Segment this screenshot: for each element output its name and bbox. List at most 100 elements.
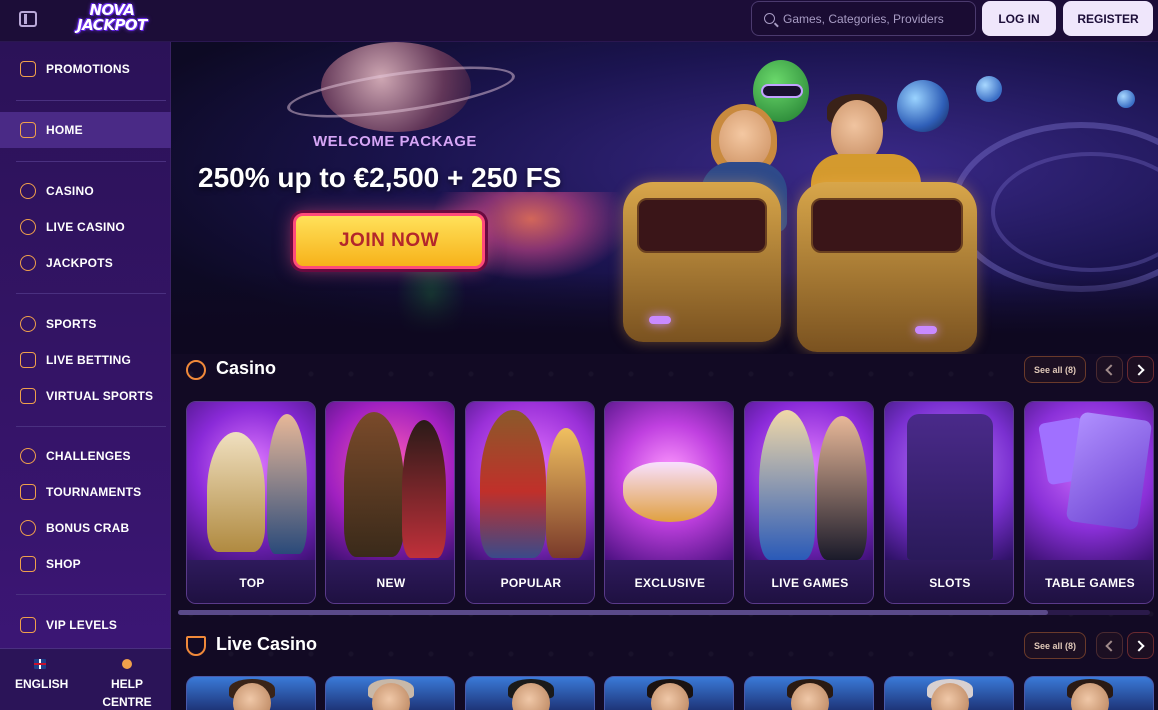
sidebar-item-promotions[interactable]: PROMOTIONS [0,51,171,87]
logo[interactable]: NOVA JACKPOT [62,0,162,36]
kart-screen [811,198,963,253]
carousel-next-button[interactable] [1127,632,1154,659]
login-button[interactable]: LOG IN [982,1,1056,36]
see-all-button[interactable]: See all (8) [1024,632,1086,659]
live-game-card[interactable] [744,676,874,710]
sidebar-item-jackpots[interactable]: JACKPOTS [0,245,171,281]
sidebar-toggle-icon[interactable] [19,11,37,27]
language-selector[interactable]: ENGLISH [15,659,69,693]
category-card-popular[interactable]: POPULAR [465,401,595,604]
dealer-man-figure [817,416,867,560]
carousel-prev-button[interactable] [1096,632,1123,659]
spade-icon [20,219,36,235]
sidebar-item-casino[interactable]: CASINO [0,173,171,209]
sidebar-item-live-betting[interactable]: LIVE BETTING [0,342,171,378]
card-art-image [885,402,1013,560]
main-content: WELCOME PACKAGE 250% up to €2,500 + 250 … [171,42,1158,710]
top-header: NOVA JACKPOT LOG IN REGISTER [0,0,1158,42]
sidebar-divider [16,293,166,294]
uk-flag-icon [34,659,46,669]
see-all-button[interactable]: See all (8) [1024,356,1086,383]
sidebar-item-home[interactable]: HOME [0,112,171,148]
category-card-top[interactable]: TOP [186,401,316,604]
hero-banner: WELCOME PACKAGE 250% up to €2,500 + 250 … [171,42,1158,354]
sidebar-item-label: VIRTUAL SPORTS [46,389,154,403]
home-icon [20,122,36,138]
hero-text-block: WELCOME PACKAGE 250% up to €2,500 + 250 … [171,42,691,354]
sidebar-item-challenges[interactable]: CHALLENGES [0,438,171,474]
cowboy-figure [480,410,546,558]
medal-icon [20,448,36,464]
category-card-table-games[interactable]: TABLE GAMES [1024,401,1154,604]
cowgirl-figure [546,428,586,558]
card-label-bar: LIVE GAMES [745,560,873,603]
card-label-bar: POPULAR [466,560,594,603]
language-label: ENGLISH [15,677,69,691]
sidebar-item-vip-levels[interactable]: VIP LEVELS [0,607,171,643]
section-title: Casino [216,358,277,378]
sidebar-item-label: CASINO [46,184,94,198]
kart-light [915,326,937,334]
card-label-bar: NEW [326,560,454,603]
trophy-icon [20,484,36,500]
girl-illustration [719,110,771,170]
live-game-card[interactable] [186,676,316,710]
card-label-bar: TABLE GAMES [1025,560,1153,603]
man-figure [267,414,307,554]
sidebar-item-label: LIVE CASINO [46,220,125,234]
planet-illustration [897,80,949,132]
card-label: TOP [239,575,265,590]
spade-icon [186,636,206,656]
chevron-right-icon [1133,639,1145,652]
help-icon [122,659,132,669]
sidebar-item-label: HOME [46,123,83,137]
carousel-next-button[interactable] [1127,356,1154,383]
hero-kicker: WELCOME PACKAGE [313,133,477,150]
carousel-scrollbar[interactable] [178,610,1150,615]
play-icon [20,352,36,368]
ball-icon [20,316,36,332]
join-now-button[interactable]: JOIN NOW [293,213,485,269]
live-game-card[interactable] [325,676,455,710]
sidebar-item-live-casino[interactable]: LIVE CASINO [0,209,171,245]
live-game-card[interactable] [884,676,1014,710]
live-game-card[interactable] [604,676,734,710]
sidebar: PROMOTIONS HOME CASINO LIVE CASINO JACKP… [0,42,171,710]
sidebar-item-sports[interactable]: SPORTS [0,306,171,342]
seven-icon [20,255,36,271]
category-card-new[interactable]: NEW [325,401,455,604]
claw-icon [20,520,36,536]
live-game-card[interactable] [465,676,595,710]
card-label: POPULAR [500,575,562,590]
card-label: EXCLUSIVE [634,575,706,590]
help-centre-link[interactable]: HELP CENTRE [88,659,166,710]
live-game-card[interactable] [1024,676,1154,710]
card-label-bar: EXCLUSIVE [605,560,733,603]
hero-title: 250% up to €2,500 + 250 FS [198,162,562,193]
scrollbar-thumb[interactable] [178,610,1048,615]
sidebar-item-bonus-crab[interactable]: BONUS CRAB [0,510,171,546]
kart-illustration [797,182,977,352]
search-input[interactable] [783,11,963,26]
sidebar-footer: ENGLISH HELP CENTRE [0,648,171,710]
sidebar-item-virtual-sports[interactable]: VIRTUAL SPORTS [0,378,171,414]
category-card-exclusive[interactable]: EXCLUSIVE [604,401,734,604]
live-casino-carousel [186,676,1158,710]
category-card-live-games[interactable]: LIVE GAMES [744,401,874,604]
gift-icon [20,61,36,77]
card-label-bar: SLOTS [885,560,1013,603]
sidebar-item-label: VIP LEVELS [46,618,118,632]
carousel-prev-button[interactable] [1096,356,1123,383]
section-title: Live Casino [216,634,318,654]
sidebar-item-tournaments[interactable]: TOURNAMENTS [0,474,171,510]
card-art-image [326,402,454,560]
gamepad-icon [20,388,36,404]
planet-illustration [1117,90,1135,108]
playing-card-icon [1065,411,1153,531]
category-card-slots[interactable]: SLOTS [884,401,1014,604]
sidebar-item-shop[interactable]: SHOP [0,546,171,582]
register-button[interactable]: REGISTER [1063,1,1153,36]
search-box[interactable] [751,1,976,36]
sidebar-item-label: SPORTS [46,317,97,331]
shop-icon [20,556,36,572]
